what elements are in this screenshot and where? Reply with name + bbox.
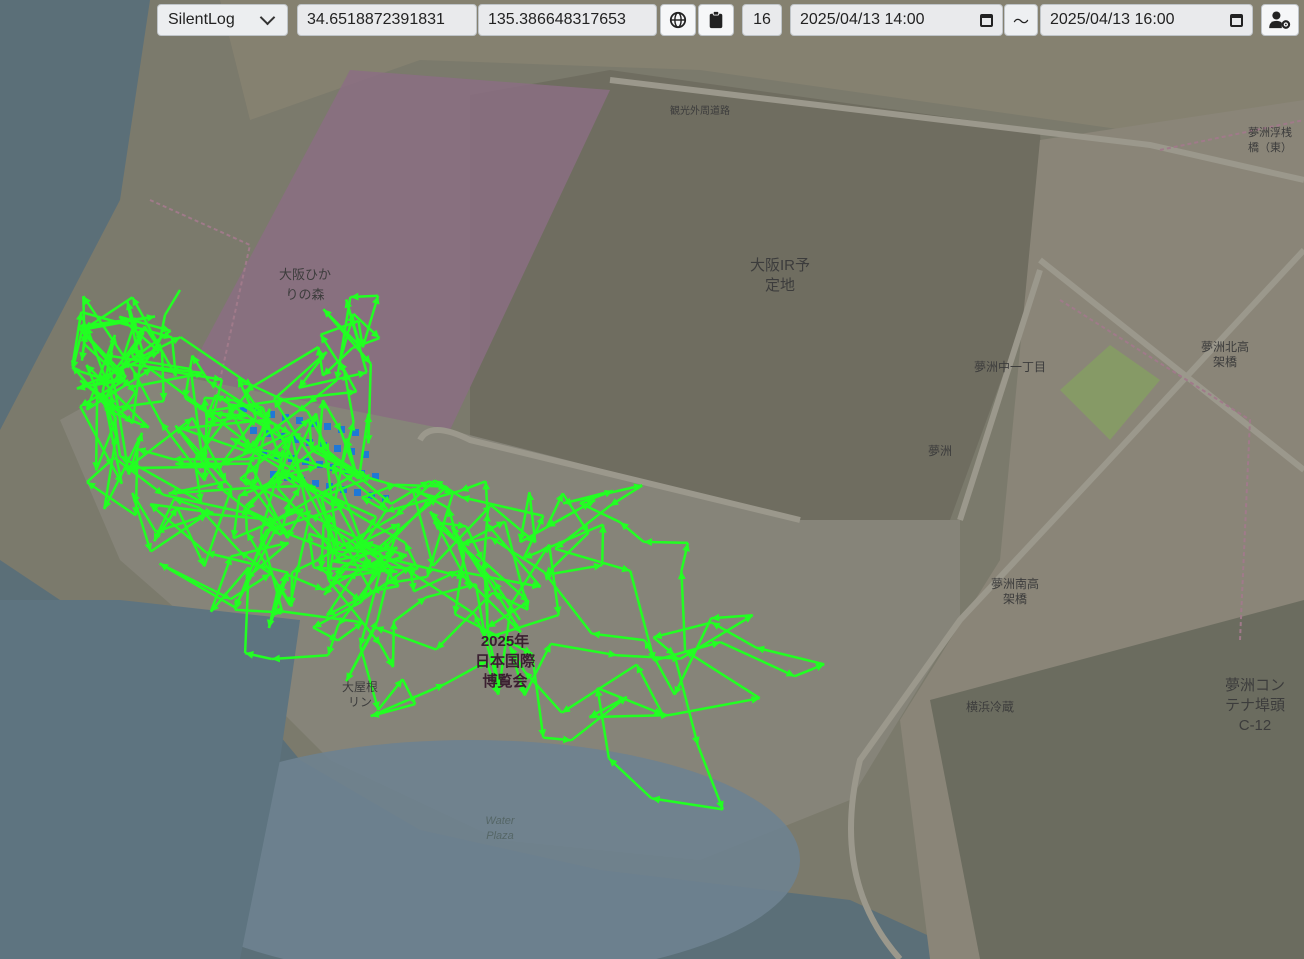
longitude-value: 135.386648317653 <box>488 11 626 28</box>
start-datetime-value: 2025/04/13 14:00 <box>800 11 925 28</box>
zoom-input[interactable]: 16 <box>742 4 782 36</box>
clipboard-button[interactable] <box>698 4 734 36</box>
label-hikari-forest: 大阪ひか りの森 <box>278 267 331 302</box>
map-marker <box>250 427 257 434</box>
track-segment <box>134 448 139 516</box>
chevron-down-icon <box>259 9 276 26</box>
latitude-input[interactable]: 34.6518872391831 <box>297 4 477 36</box>
label-container-terminal: 夢洲コン テナ埠頭 C-12 <box>1224 677 1285 734</box>
label-east-bridge: 夢洲浮桟 橋（東） <box>1248 127 1292 154</box>
mode-select[interactable]: SilentLog <box>157 4 288 36</box>
label-osaka-ir: 大阪IR予 定地 <box>749 257 810 294</box>
range-separator-text: 〜 <box>1012 14 1029 31</box>
label-south-bridge: 夢洲南高 架橋 <box>990 577 1039 606</box>
label-yokohama-reizo: 横浜冷蔵 <box>965 700 1014 714</box>
map-marker <box>334 445 341 452</box>
globe-icon <box>669 11 687 29</box>
map-marker <box>324 423 331 430</box>
label-road: 観光外周道路 <box>670 106 730 117</box>
toolbar: SilentLog 34.6518872391831 135.386648317… <box>0 2 1304 38</box>
label-yumeshima-1: 夢洲中一丁目 <box>973 360 1046 374</box>
longitude-input[interactable]: 135.386648317653 <box>478 4 657 36</box>
globe-button[interactable] <box>660 4 696 36</box>
track-segment <box>94 390 99 471</box>
map-marker <box>354 489 361 496</box>
map-canvas[interactable] <box>0 0 1304 959</box>
track-segment <box>326 514 330 579</box>
user-cog-icon <box>1269 11 1291 29</box>
label-yumeshima: 夢洲 <box>927 444 952 458</box>
end-datetime-input[interactable]: 2025/04/13 16:00 <box>1040 4 1253 36</box>
latitude-value: 34.6518872391831 <box>307 11 445 28</box>
track-segment <box>127 465 222 470</box>
label-expo: 2025年 日本国際 博覧会 <box>474 633 535 690</box>
start-datetime-input[interactable]: 2025/04/13 14:00 <box>790 4 1003 36</box>
range-separator: 〜 <box>1004 4 1038 36</box>
user-settings-button[interactable] <box>1261 4 1299 36</box>
clipboard-icon <box>709 11 723 29</box>
zoom-value: 16 <box>753 11 771 28</box>
label-ring: 大屋根 リン <box>341 680 378 709</box>
label-north-bridge: 夢洲北高 架橋 <box>1200 340 1249 369</box>
end-datetime-value: 2025/04/13 16:00 <box>1050 11 1175 28</box>
calendar-icon[interactable] <box>980 13 993 27</box>
label-water-plaza: Water Plaza <box>485 815 515 842</box>
calendar-icon[interactable] <box>1230 13 1243 27</box>
mode-select-value: SilentLog <box>168 11 235 28</box>
